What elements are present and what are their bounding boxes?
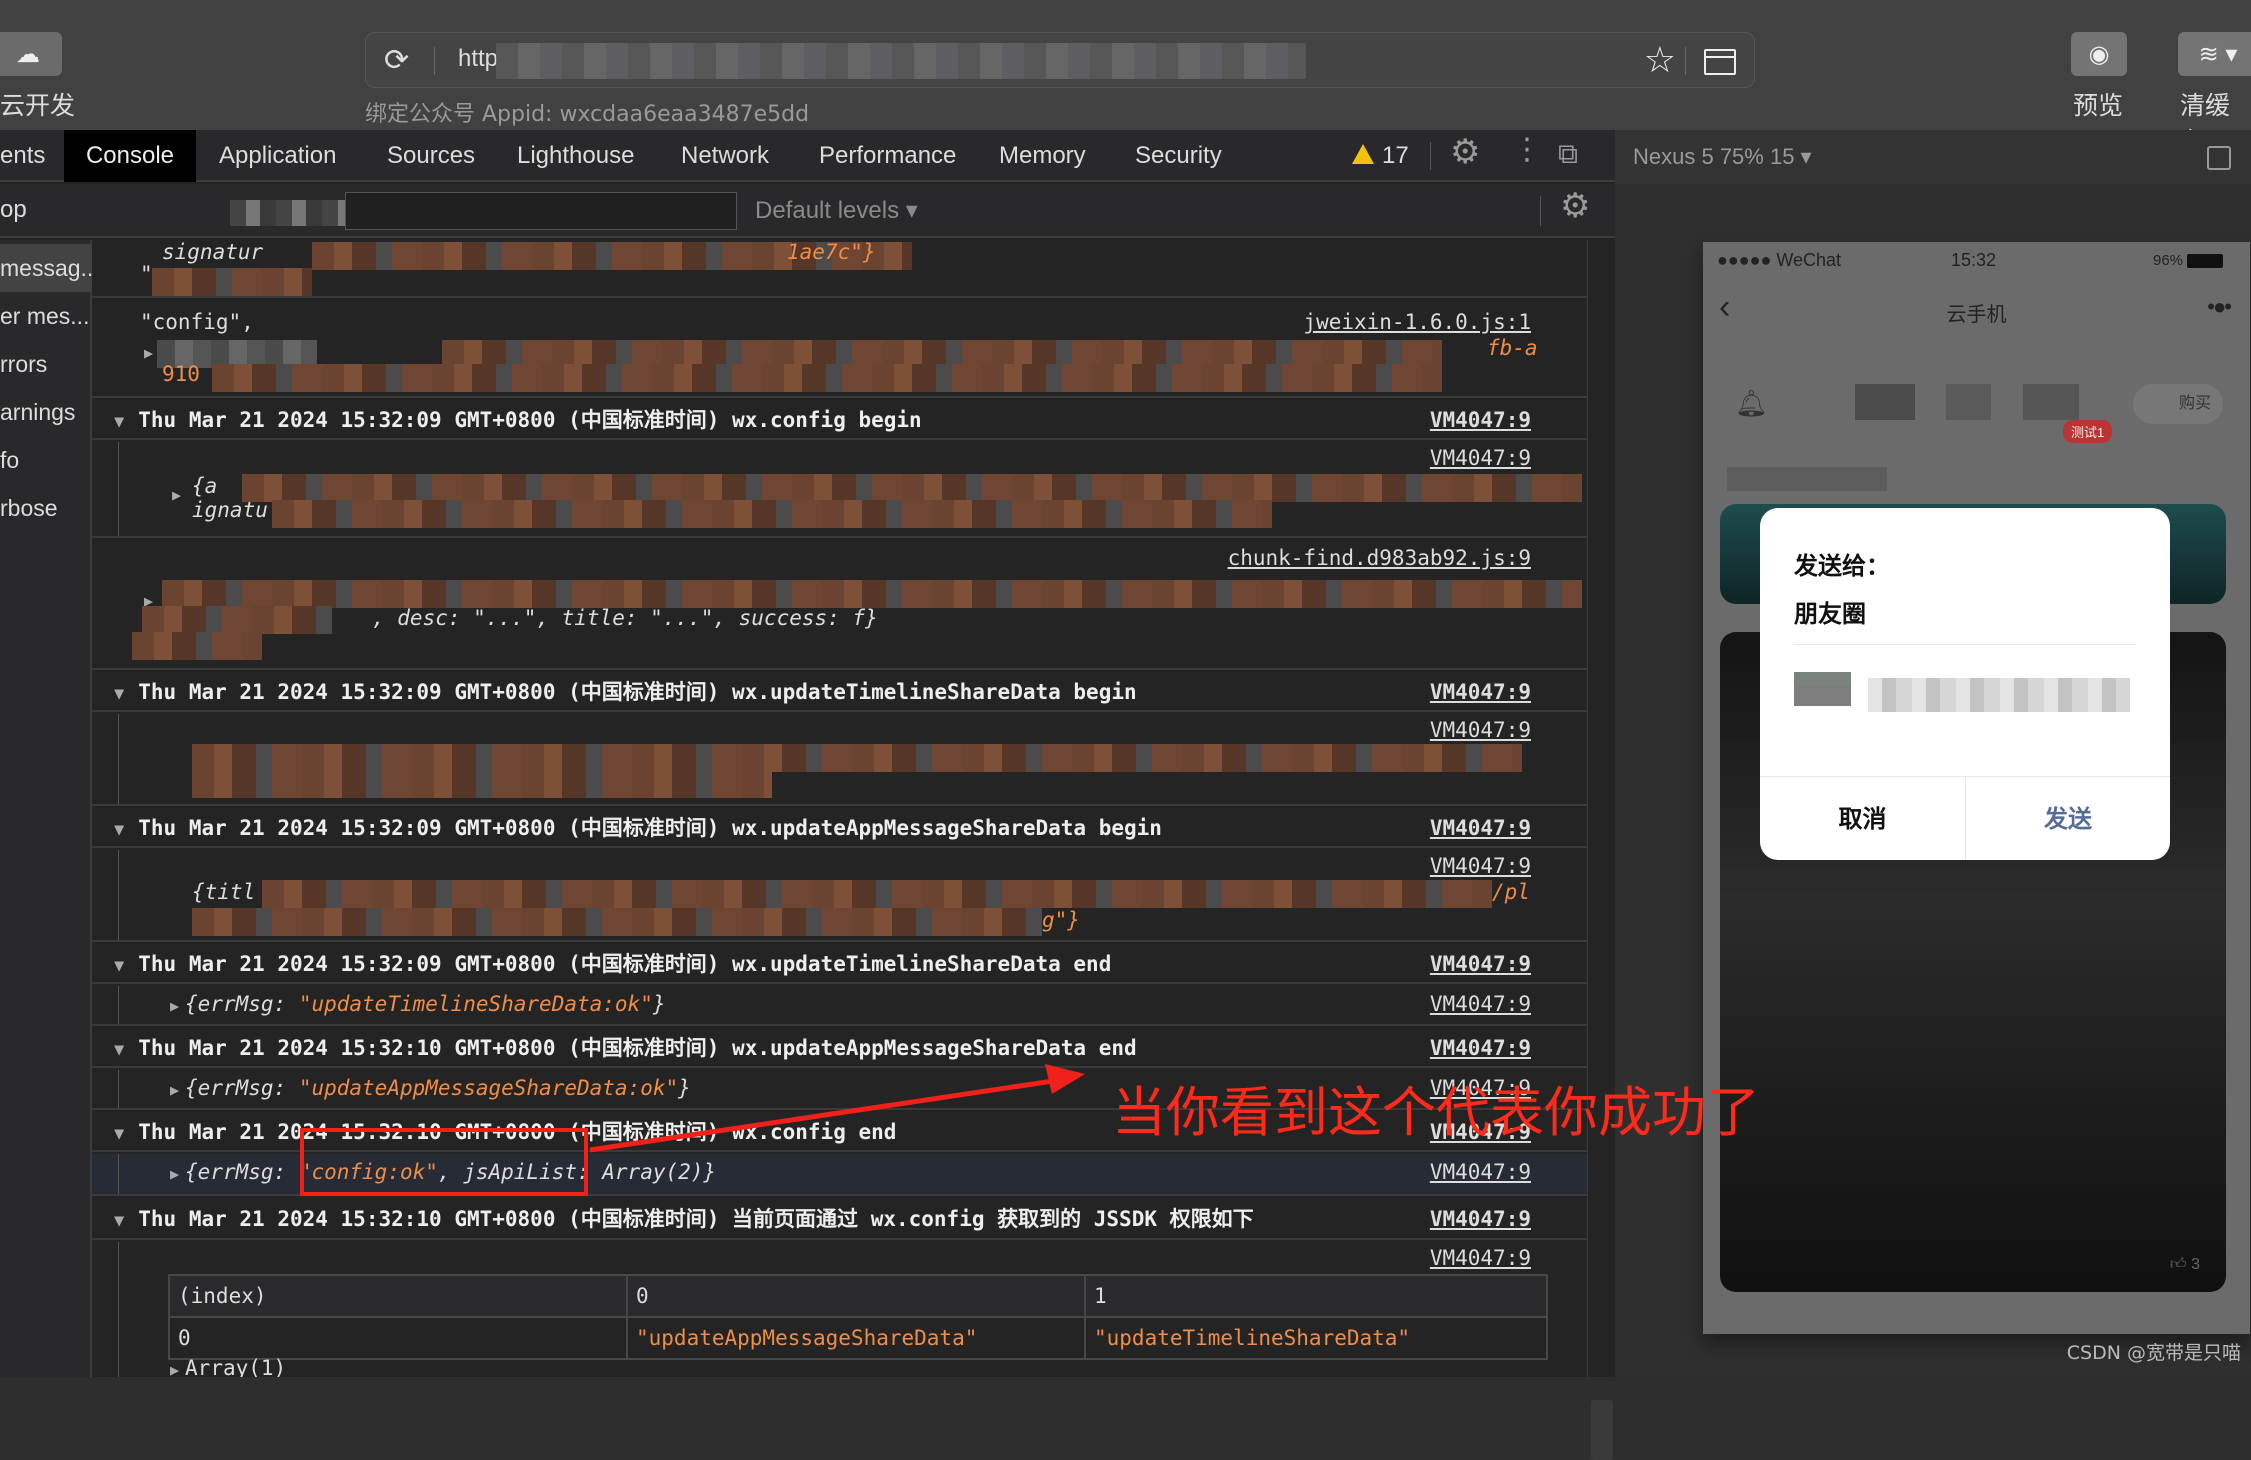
arrow-head xyxy=(1045,1064,1085,1094)
scrollbar-thumb[interactable] xyxy=(1591,1400,1613,1460)
annotation-text: 当你看到这个代表你成功了 xyxy=(1112,1068,1760,1147)
arrow-line xyxy=(590,1080,1060,1150)
annotation-arrow xyxy=(0,0,2251,1377)
watermark: CSDN @宽带是只喵 xyxy=(2067,1338,2241,1365)
